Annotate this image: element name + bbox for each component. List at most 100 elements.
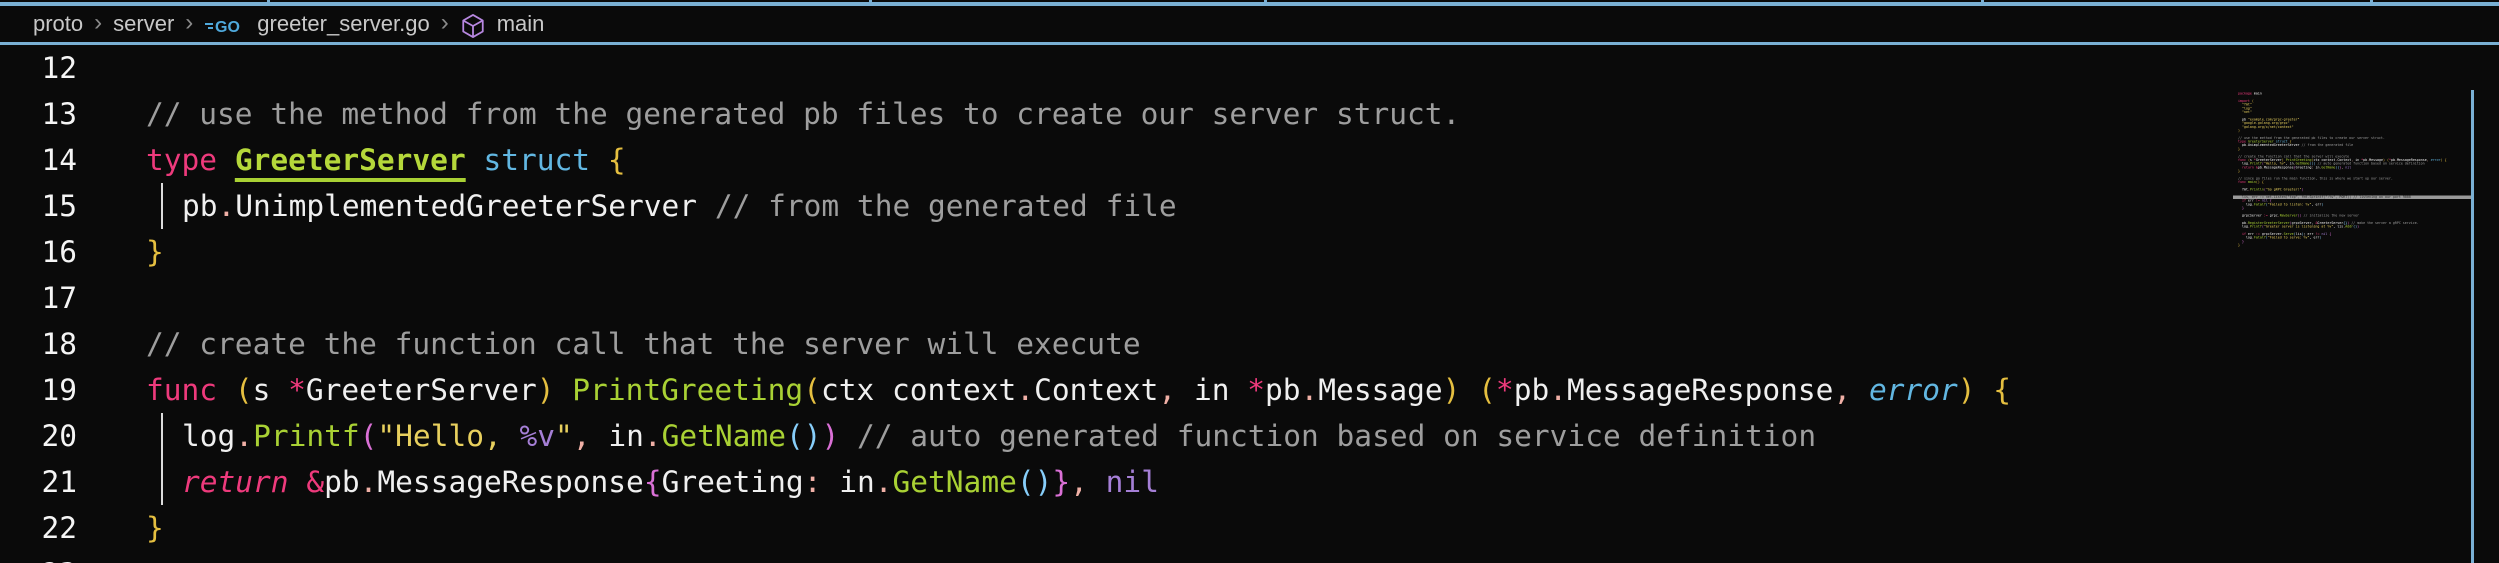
code-line[interactable]: 16} — [0, 229, 2499, 275]
line-number[interactable]: 13 — [0, 91, 77, 137]
code-token: ( — [803, 373, 821, 407]
code-token: ) — [1957, 373, 1976, 407]
code-token: } — [146, 511, 164, 545]
vscode-editor: proto › server › GO greeter_server.go › … — [0, 0, 2499, 563]
code-token: func — [2238, 180, 2246, 185]
code-token: & — [306, 465, 325, 499]
code-token: // from the generated file — [2301, 143, 2354, 148]
code-token: // listening on our port 9000 — [2353, 195, 2411, 199]
breadcrumb-item-server[interactable]: server — [113, 11, 174, 37]
code-token: Message — [1318, 373, 1443, 407]
code-token: NewServer — [2279, 213, 2298, 218]
code-token: } — [2238, 243, 2240, 248]
indent-guide — [146, 413, 182, 459]
code-token: { — [643, 465, 662, 499]
code-line[interactable]: 22} — [0, 505, 2499, 551]
code-token: ctx context — [820, 373, 1017, 407]
line-number[interactable]: 18 — [0, 321, 77, 367]
go-icon: GO — [204, 15, 246, 37]
line-number[interactable]: 14 — [0, 137, 77, 183]
minimap[interactable]: package main import ( "fmt" "log" "net" p… — [2233, 92, 2471, 262]
code-line[interactable]: 15 pb.UnimplementedGreeterServer // from … — [0, 183, 2499, 229]
code-token: log — [182, 419, 236, 453]
line-number[interactable]: 20 — [0, 413, 77, 459]
code-token: GetName — [2321, 165, 2336, 170]
code-line-content: return &pb.MessageResponse{Greeting: in.… — [146, 459, 1159, 505]
line-number[interactable]: 23 — [0, 551, 77, 563]
code-line[interactable]: 23 — [0, 551, 2499, 563]
code-token: Printf — [253, 419, 360, 453]
code-line[interactable]: 14 type GreeterServer struct { — [0, 137, 2499, 183]
line-number[interactable]: 19 — [0, 367, 77, 413]
code-token: { — [2444, 158, 2447, 163]
code-token: ( — [2251, 99, 2254, 103]
code-line[interactable]: 21 return &pb.MessageResponse{Greeting: i… — [0, 459, 2499, 505]
code-line[interactable]: 19 func (s *GreeterServer) PrintGreeting(… — [0, 367, 2499, 413]
code-token: nil — [1105, 465, 1159, 499]
code-line-content: pb.UnimplementedGreeterServer // from th… — [146, 183, 1177, 229]
code-token: GreeterServer — [234, 143, 466, 177]
code-token: . — [1016, 373, 1035, 407]
code-token: ( — [1016, 465, 1035, 499]
code-token: nil — [2345, 165, 2352, 170]
code-token: MessageResponse — [1566, 373, 1834, 407]
code-line-content: // use the method from the generated pb … — [146, 97, 1460, 131]
code-token: } — [1052, 465, 1071, 499]
code-token: func — [146, 373, 218, 407]
code-line[interactable]: 20 log.Printf("Hello, %v", in.GetName()) … — [0, 413, 2499, 459]
code-line[interactable]: 13 // use the method from the generated p… — [0, 91, 2499, 137]
chevron-right-icon: › — [440, 9, 449, 36]
code-token: return — [2238, 165, 2254, 170]
line-number[interactable]: 21 — [0, 459, 77, 505]
code-token: error — [2430, 158, 2441, 163]
code-token: : — [803, 465, 822, 499]
code-token: // make the server a gRPC service. — [2351, 221, 2419, 225]
line-number[interactable]: 15 — [0, 183, 77, 229]
code-token: ) — [536, 373, 555, 407]
code-token: // from the generated file — [714, 189, 1177, 223]
chevron-right-icon: › — [185, 9, 194, 36]
code-token: , lis — [2333, 225, 2344, 229]
indent-guide — [146, 183, 182, 229]
code-line-content: // create the function call that the ser… — [146, 327, 1141, 361]
code-token: Context — [1034, 373, 1159, 407]
breadcrumb-item-proto[interactable]: proto — [33, 11, 83, 37]
code-token: type — [146, 143, 218, 177]
code-token: , — [572, 419, 591, 453]
code-token: fmt — [2238, 188, 2248, 192]
code-line[interactable]: 12 — [0, 45, 2499, 91]
code-token: . — [1300, 373, 1319, 407]
code-token: log — [2238, 225, 2248, 229]
code-token: , — [1833, 373, 1852, 407]
code-line[interactable]: 18 // create the function call that the s… — [0, 321, 2499, 367]
code-token: GreeterServer — [305, 373, 537, 407]
code-token: grpcServer — [2238, 213, 2264, 218]
breadcrumb-item-symbol[interactable]: main — [497, 11, 545, 37]
code-line-content: } — [146, 235, 164, 269]
code-token: . — [874, 465, 893, 499]
code-token: MessageResponse — [2263, 165, 2294, 170]
code-token: . — [1549, 373, 1567, 407]
editor-lines: 12 13 // use the method from the generated… — [0, 45, 2499, 563]
editor-pane[interactable]: 12 13 // use the method from the generated… — [0, 45, 2499, 563]
code-token: "Greeter server is listening at %v" — [2263, 225, 2334, 229]
code-token: main — [2251, 92, 2262, 96]
code-token: . — [359, 465, 378, 499]
code-token: ) — [2321, 202, 2324, 207]
line-number[interactable]: 22 — [0, 505, 77, 551]
code-line[interactable]: 17 — [0, 275, 2499, 321]
breadcrumb-item-file[interactable]: greeter_server.go — [257, 11, 429, 37]
code-token: { — [1993, 373, 2012, 407]
line-number[interactable]: 16 — [0, 229, 77, 275]
code-token: ( — [1478, 373, 1496, 407]
line-number[interactable]: 12 — [0, 45, 77, 91]
line-number[interactable]: 17 — [0, 275, 77, 321]
code-token: . — [217, 189, 236, 223]
